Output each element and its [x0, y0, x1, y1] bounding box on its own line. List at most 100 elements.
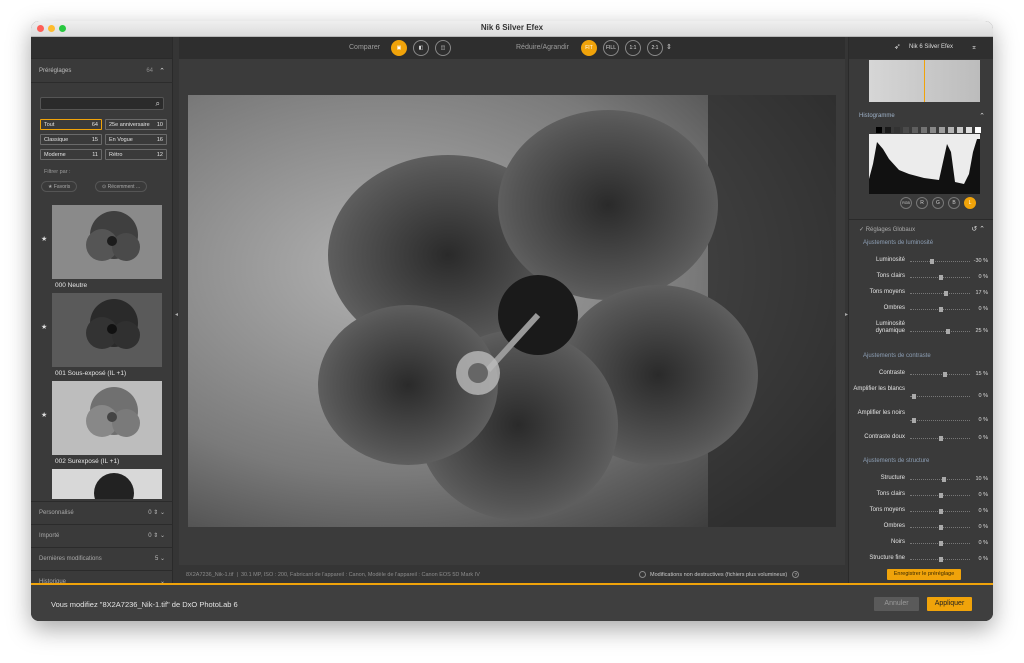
category-classique[interactable]: Classique 15: [40, 134, 102, 145]
channel-g-button[interactable]: G: [932, 197, 944, 209]
slider-track[interactable]: [910, 557, 970, 562]
preset-thumbnail[interactable]: [52, 381, 162, 455]
zone-swatch[interactable]: [975, 127, 981, 133]
slider-track[interactable]: [910, 493, 970, 498]
zone-swatch[interactable]: [894, 127, 900, 133]
slider-handle[interactable]: [939, 436, 943, 441]
slider-track[interactable]: [910, 307, 970, 312]
zone-swatch[interactable]: [966, 127, 972, 133]
channel-b-button[interactable]: B: [948, 197, 960, 209]
zone-swatch[interactable]: [948, 127, 954, 133]
compare-label: Comparer: [349, 44, 381, 51]
zoom-fit-button[interactable]: FIT: [581, 40, 597, 56]
filter-recent-button[interactable]: ⊙ Récemment ...: [95, 181, 148, 192]
image-canvas[interactable]: [179, 59, 845, 565]
slider-track[interactable]: [910, 291, 970, 296]
slider-track[interactable]: [910, 477, 970, 482]
preset-thumbnail[interactable]: [52, 469, 162, 499]
zone-swatch[interactable]: [876, 127, 882, 133]
slider-handle[interactable]: [911, 394, 916, 399]
zone-swatch[interactable]: [921, 127, 927, 133]
channel-rgb-button[interactable]: RGB: [900, 197, 912, 209]
section-dernieres-modifications[interactable]: Dernières modifications 5 ⌄: [31, 547, 173, 570]
zoom-2-1-button[interactable]: 2:1: [647, 40, 663, 56]
collapse-icon[interactable]: ⌅: [971, 43, 977, 51]
app-window: Nik 6 Silver Efex Préréglages 64 ⌃ ⌕ Tou…: [31, 21, 993, 621]
slider-handle[interactable]: [939, 493, 943, 498]
favorite-star-icon[interactable]: ★: [41, 411, 47, 419]
category-en-vogue[interactable]: En Vogue 16: [105, 134, 167, 145]
favorite-star-icon[interactable]: ★: [41, 235, 47, 243]
slider-track[interactable]: [910, 436, 970, 441]
favorite-star-icon[interactable]: ★: [41, 323, 47, 331]
zone-swatch[interactable]: [903, 127, 909, 133]
slider-handle[interactable]: [943, 372, 948, 377]
left-collapse-handle[interactable]: ◂: [175, 311, 178, 318]
category-moderne[interactable]: Moderne 11: [40, 149, 102, 160]
cancel-button[interactable]: Annuler: [874, 597, 919, 611]
slider-handle[interactable]: [939, 525, 943, 530]
slider-track[interactable]: [910, 541, 970, 546]
slider-handle[interactable]: [939, 541, 943, 546]
save-preset-button[interactable]: Enregistrer le préréglage: [887, 569, 961, 580]
filter-favorites-button[interactable]: ★ Favoris: [41, 181, 78, 192]
slider-handle[interactable]: [939, 557, 943, 562]
compare-single-icon[interactable]: ▣: [391, 40, 407, 56]
preset-search-input[interactable]: ⌕: [40, 97, 164, 110]
global-settings-header[interactable]: ✓ Réglages Globaux: [859, 226, 915, 233]
slider-track[interactable]: [910, 418, 970, 423]
navigator-preview[interactable]: [869, 60, 980, 102]
slider-row: Noirs 0 %: [849, 539, 993, 553]
zoom-1-1-button[interactable]: 1:1: [625, 40, 641, 56]
preset-thumbnail[interactable]: [52, 293, 162, 367]
chevron-up-icon[interactable]: ⌃: [979, 112, 985, 120]
slider-label: Noirs: [890, 539, 905, 545]
slider-value: 0 %: [978, 393, 988, 399]
slider-track[interactable]: [910, 329, 970, 334]
help-icon[interactable]: ?: [792, 571, 800, 578]
zone-swatch[interactable]: [939, 127, 945, 133]
zone-swatch[interactable]: [885, 127, 891, 133]
nondestructive-toggle[interactable]: Modifications non destructives (fichiers…: [639, 571, 800, 578]
compare-side-by-side-icon[interactable]: ◫: [435, 40, 451, 56]
slider-value: 0 %: [978, 556, 988, 562]
channel-r-button[interactable]: R: [916, 197, 928, 209]
slider-value: 0 %: [978, 306, 988, 312]
slider-row: Tons clairs 0 %: [849, 273, 993, 287]
slider-track[interactable]: [910, 394, 970, 399]
slider-handle[interactable]: [911, 418, 916, 423]
zoom-fill-button[interactable]: FILL: [603, 40, 619, 56]
presets-header[interactable]: Préréglages 64 ⌃: [31, 61, 173, 83]
zone-swatch[interactable]: [930, 127, 936, 133]
slider-handle[interactable]: [943, 291, 948, 296]
slider-track[interactable]: [910, 372, 970, 377]
section-importe[interactable]: Importé 0 ⇕ ⌄: [31, 524, 173, 547]
slider-handle[interactable]: [939, 275, 943, 280]
chevron-up-icon[interactable]: ⌃: [159, 67, 165, 75]
slider-value: 0 %: [978, 435, 988, 441]
zoom-stepper-icon[interactable]: ⇕: [666, 43, 672, 51]
slider-handle[interactable]: [939, 307, 943, 312]
section-personnalise[interactable]: Personnalisé 0 ⇕ ⌄: [31, 501, 173, 524]
zone-swatch[interactable]: [957, 127, 963, 133]
zone-swatch[interactable]: [912, 127, 918, 133]
category-retro[interactable]: Rétro 12: [105, 149, 167, 160]
slider-row: Tons clairs 0 %: [849, 491, 993, 505]
slider-value: 17 %: [975, 290, 988, 296]
apply-button[interactable]: Appliquer: [927, 597, 972, 611]
category-25e-anniversaire[interactable]: 25e anniversaire 10: [105, 119, 167, 130]
slider-track[interactable]: [910, 259, 970, 264]
slider-track[interactable]: [910, 525, 970, 530]
photo-preview: [188, 95, 836, 527]
slider-track[interactable]: [910, 509, 970, 514]
reset-icon[interactable]: ↺ ⌃: [971, 225, 985, 233]
slider-handle[interactable]: [939, 509, 943, 514]
channel-l-button[interactable]: L: [964, 197, 976, 209]
slider-handle[interactable]: [941, 477, 946, 482]
compare-split-icon[interactable]: ◧: [413, 40, 429, 56]
slider-handle[interactable]: [930, 259, 935, 264]
preset-thumbnail[interactable]: [52, 205, 162, 279]
category-tout[interactable]: Tout 64: [40, 119, 102, 130]
slider-handle[interactable]: [945, 329, 950, 334]
slider-track[interactable]: [910, 275, 970, 280]
